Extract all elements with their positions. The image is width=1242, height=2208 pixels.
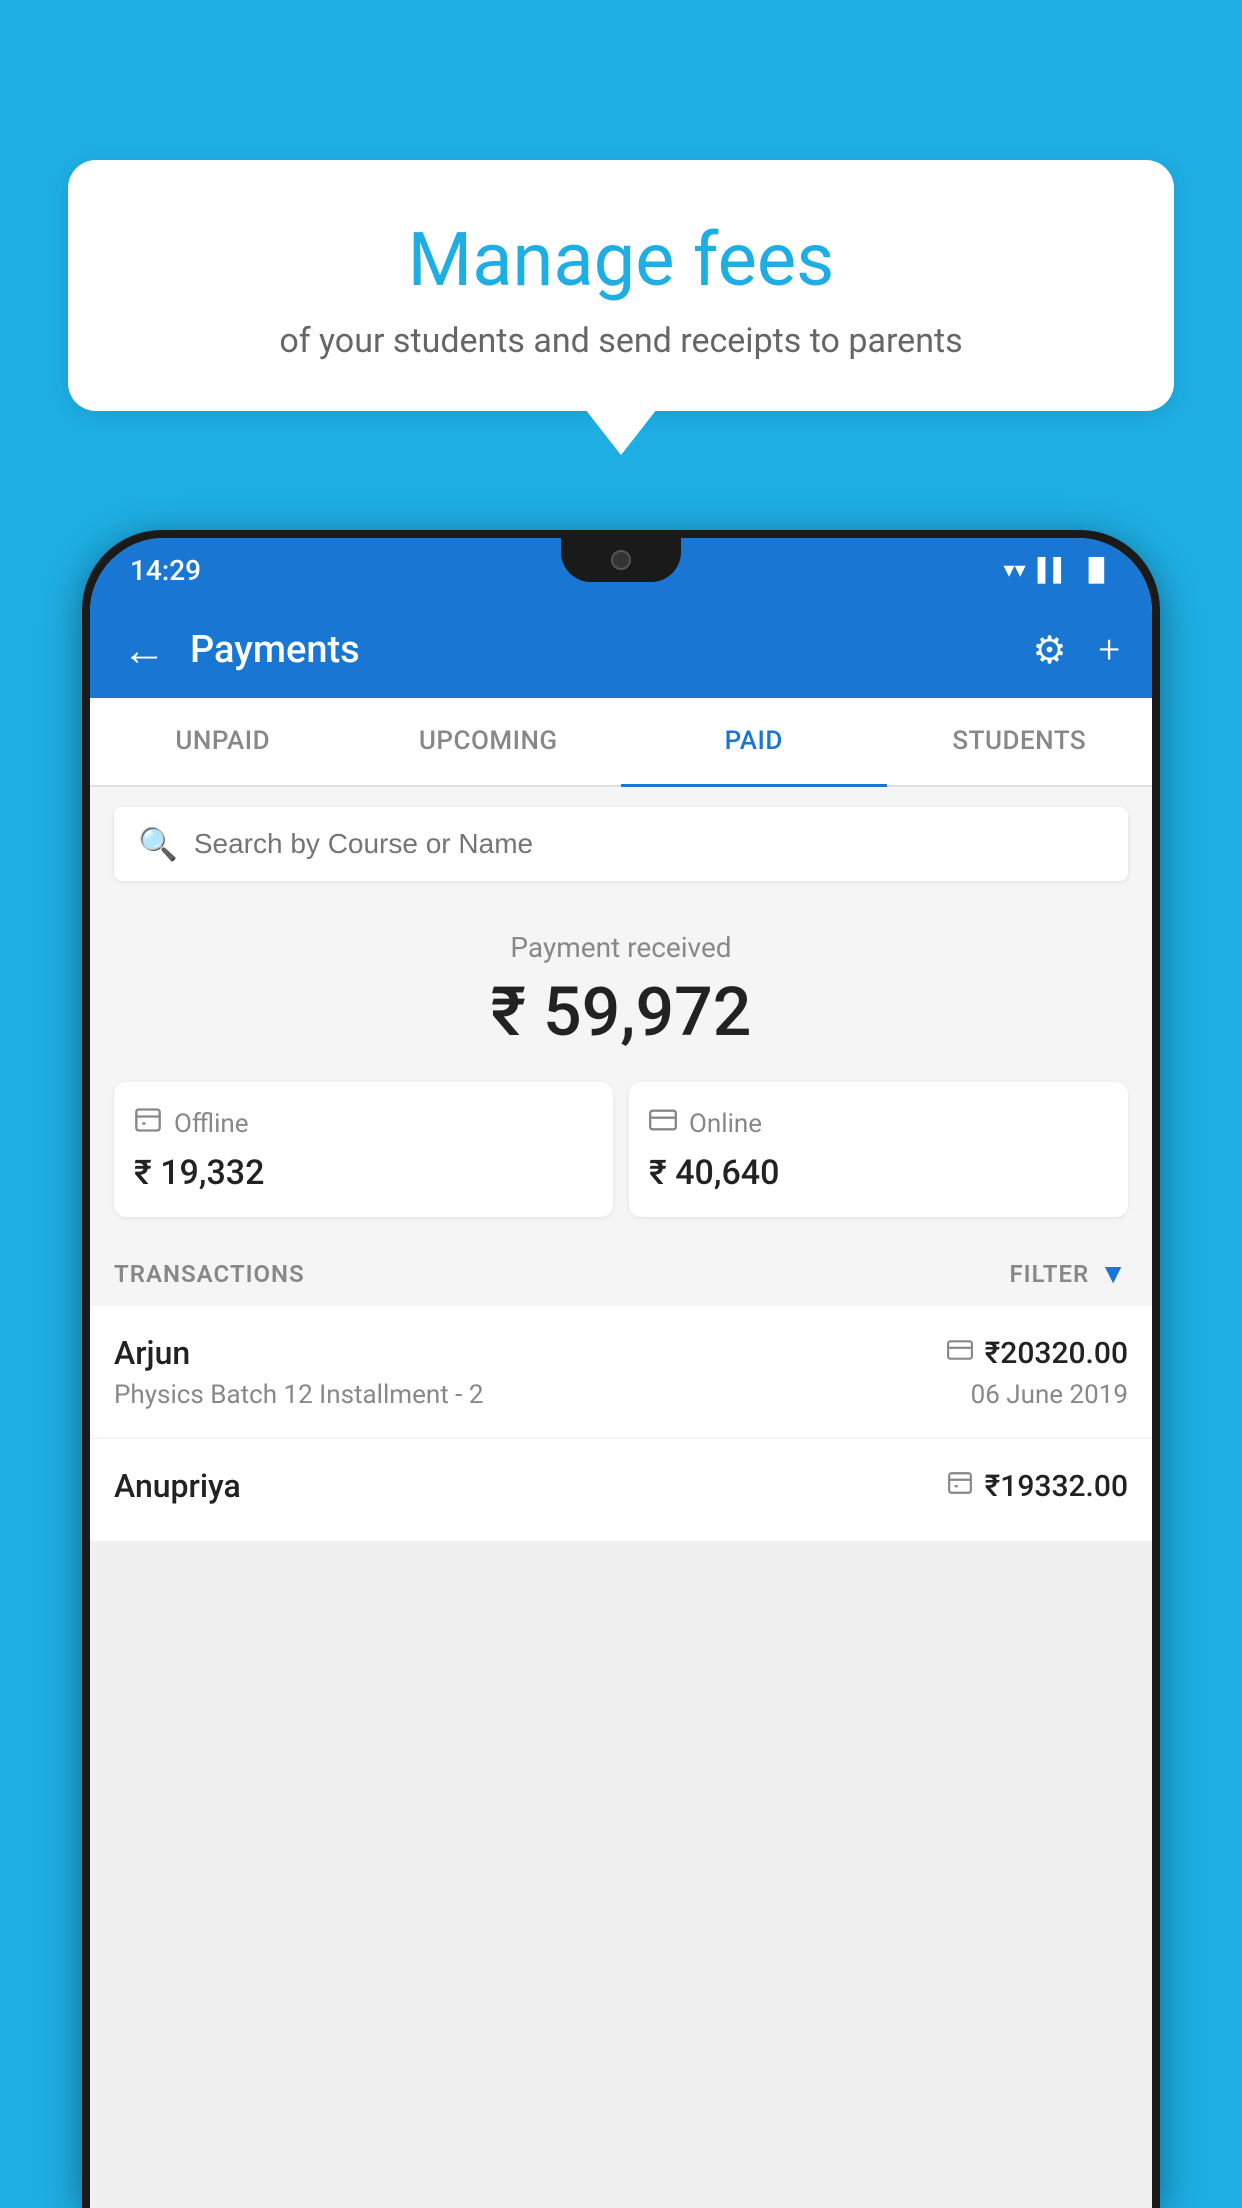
back-button[interactable]: ← bbox=[122, 624, 166, 676]
online-amount: ₹ 40,640 bbox=[649, 1153, 1108, 1193]
online-payment-icon bbox=[947, 1337, 973, 1370]
phone-frame: 14:29 ▾▾ ▌▌ ▐▌ ← Payments ⚙ + UNPAID UPC… bbox=[82, 530, 1160, 2208]
app-bar: ← Payments ⚙ + bbox=[90, 602, 1152, 698]
date-info: 06 June 2019 bbox=[971, 1380, 1128, 1410]
tabs-container: UNPAID UPCOMING PAID STUDENTS bbox=[90, 698, 1152, 787]
table-row[interactable]: Arjun ₹20320.00 Physics Batch 12 Install… bbox=[90, 1306, 1152, 1439]
speech-bubble-title: Manage fees bbox=[108, 220, 1134, 301]
filter-button[interactable]: FILTER ▼ bbox=[1009, 1257, 1128, 1290]
search-input[interactable] bbox=[194, 828, 1104, 860]
tab-paid[interactable]: PAID bbox=[621, 698, 887, 787]
payment-cards-container: Offline ₹ 19,332 Online ₹ 40,640 bbox=[90, 1072, 1152, 1241]
time-display: 14:29 bbox=[130, 554, 201, 587]
offline-card: Offline ₹ 19,332 bbox=[114, 1082, 613, 1217]
filter-label: FILTER bbox=[1009, 1260, 1089, 1288]
course-info: Physics Batch 12 Installment - 2 bbox=[114, 1380, 483, 1410]
online-card: Online ₹ 40,640 bbox=[629, 1082, 1128, 1217]
online-card-header: Online bbox=[649, 1106, 1108, 1141]
battery-icon: ▐▌ bbox=[1081, 557, 1112, 583]
student-name: Arjun bbox=[114, 1334, 190, 1372]
offline-label: Offline bbox=[174, 1109, 249, 1139]
transaction-row-top: Arjun ₹20320.00 bbox=[114, 1334, 1128, 1372]
app-title: Payments bbox=[190, 628, 1032, 672]
phone-screen: 14:29 ▾▾ ▌▌ ▐▌ ← Payments ⚙ + UNPAID UPC… bbox=[90, 538, 1152, 2208]
offline-card-header: Offline bbox=[134, 1106, 593, 1141]
online-icon bbox=[649, 1106, 677, 1141]
tab-unpaid[interactable]: UNPAID bbox=[90, 698, 356, 785]
signal-icon: ▌▌ bbox=[1038, 557, 1069, 583]
settings-button[interactable]: ⚙ bbox=[1032, 628, 1066, 673]
payment-received-label: Payment received bbox=[114, 931, 1128, 964]
speech-bubble-subtitle: of your students and send receipts to pa… bbox=[108, 321, 1134, 361]
search-container: 🔍 bbox=[90, 787, 1152, 901]
transaction-list: Arjun ₹20320.00 Physics Batch 12 Install… bbox=[90, 1306, 1152, 1542]
online-label: Online bbox=[689, 1109, 762, 1139]
search-bar[interactable]: 🔍 bbox=[114, 807, 1128, 881]
speech-bubble: Manage fees of your students and send re… bbox=[68, 160, 1174, 411]
status-icons: ▾▾ ▌▌ ▐▌ bbox=[1004, 557, 1112, 583]
transactions-label: TRANSACTIONS bbox=[114, 1260, 305, 1288]
transaction-amount: ₹20320.00 bbox=[985, 1336, 1128, 1371]
transaction-row-top: Anupriya ₹19332.00 bbox=[114, 1467, 1128, 1505]
transaction-amount-row: ₹19332.00 bbox=[947, 1469, 1128, 1504]
status-bar: 14:29 ▾▾ ▌▌ ▐▌ bbox=[90, 538, 1152, 602]
offline-icon bbox=[134, 1106, 162, 1141]
search-icon: 🔍 bbox=[138, 825, 178, 863]
transaction-amount: ₹19332.00 bbox=[985, 1469, 1128, 1504]
transactions-header: TRANSACTIONS FILTER ▼ bbox=[90, 1241, 1152, 1306]
table-row[interactable]: Anupriya ₹19332.00 bbox=[90, 1439, 1152, 1542]
tab-students[interactable]: STUDENTS bbox=[887, 698, 1153, 785]
add-button[interactable]: + bbox=[1099, 628, 1120, 672]
offline-amount: ₹ 19,332 bbox=[134, 1153, 593, 1193]
payment-summary: Payment received ₹ 59,972 bbox=[90, 901, 1152, 1072]
offline-payment-icon bbox=[947, 1470, 973, 1503]
payment-received-amount: ₹ 59,972 bbox=[114, 972, 1128, 1052]
tab-upcoming[interactable]: UPCOMING bbox=[356, 698, 622, 785]
front-camera bbox=[611, 550, 631, 570]
filter-icon: ▼ bbox=[1099, 1257, 1128, 1290]
app-bar-icons: ⚙ + bbox=[1032, 628, 1120, 673]
transaction-row-bottom: Physics Batch 12 Installment - 2 06 June… bbox=[114, 1380, 1128, 1410]
student-name: Anupriya bbox=[114, 1467, 241, 1505]
transaction-amount-row: ₹20320.00 bbox=[947, 1336, 1128, 1371]
notch bbox=[561, 538, 681, 582]
wifi-icon: ▾▾ bbox=[1004, 558, 1026, 583]
